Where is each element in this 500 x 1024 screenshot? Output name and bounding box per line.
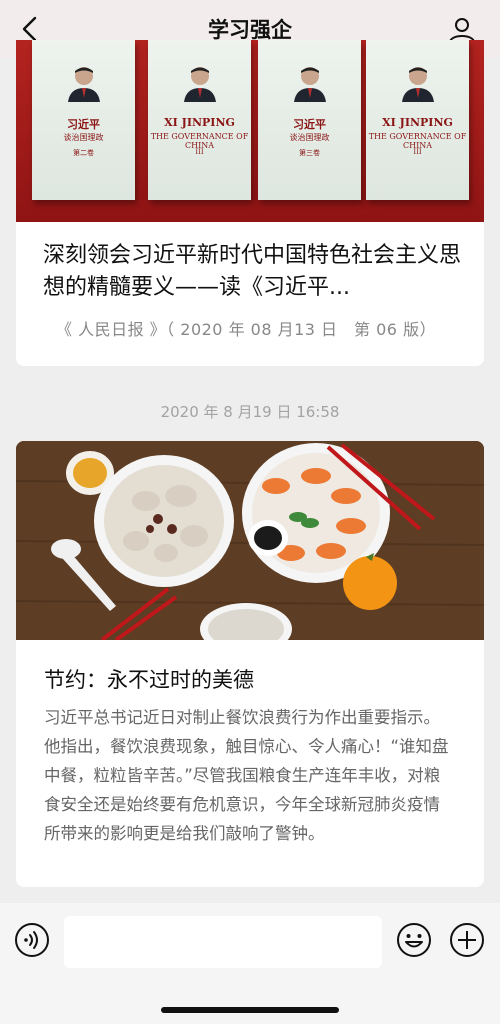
message-input[interactable] [64,916,382,968]
book-cover: 习近平 谈治国理政 第三卷 [258,40,361,200]
portrait-image [294,67,326,102]
portrait-image [402,67,434,102]
book-cover: XI JINPING THE GOVERNANCE OF CHINA III [366,40,469,200]
input-bar [0,903,500,1024]
book-cover: XI JINPING THE GOVERNANCE OF CHINA III [148,40,251,200]
portrait-image [68,67,100,102]
article-headline[interactable]: 深刻领会习近平新时代中国特色社会主义思想的精髓要义——读《习近平... [43,240,463,304]
article-summary: 习近平总书记近日对制止餐饮浪费行为作出重要指示。他指出，餐饮浪费现象，触目惊心、… [44,708,449,843]
plus-icon[interactable] [449,922,485,958]
book-cover: 习近平 谈治国理政 第二卷 [32,40,135,200]
article-card-1[interactable]: 习近平 谈治国理政 第二卷 XI JINPING THE GOVERNANCE … [16,40,484,366]
portrait-image [184,67,216,102]
food-photo [16,441,484,640]
article-card-2[interactable]: 节约：永不过时的美德 习近平总书记近日对制止餐饮浪费行为作出重要指示。他指出，餐… [16,441,484,887]
emoji-icon[interactable] [396,922,432,958]
message-timestamp: 2020 年 8 月19 日 16:58 [160,403,340,421]
article-headline[interactable]: 节约：永不过时的美德 [44,664,254,694]
voice-icon[interactable] [14,922,50,958]
article-source: 《 人民日报 》（ 2020 年 08 月13 日 第 06 版） [56,320,437,339]
home-indicator [161,1007,339,1013]
article-image: 习近平 谈治国理政 第二卷 XI JINPING THE GOVERNANCE … [16,40,484,222]
